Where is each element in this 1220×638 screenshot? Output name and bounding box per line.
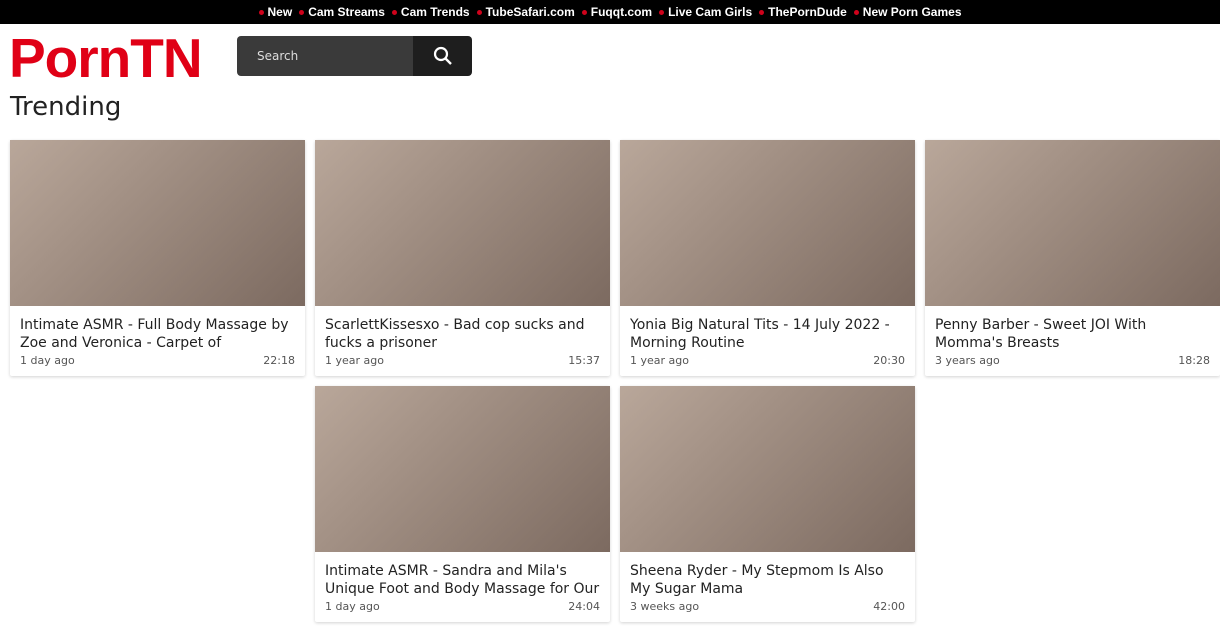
video-title[interactable]: Intimate ASMR - Full Body Massage by Zoe… [10,306,305,352]
top-nav: New Cam Streams Cam Trends TubeSafari.com Fu… [0,0,1220,24]
nav-link[interactable]: Live Cam Girls [659,5,752,19]
video-duration: 42:00 [873,600,905,613]
video-thumbnail[interactable] [315,140,610,306]
video-duration: 24:04 [568,600,600,613]
site-logo[interactable]: PornTN [9,26,203,90]
video-thumbnail[interactable] [620,140,915,306]
video-thumbnail[interactable] [315,386,610,552]
video-duration: 22:18 [263,354,295,367]
search-form [237,36,472,76]
video-title[interactable]: Sheena Ryder - My Stepmom Is Also My Sug… [620,552,915,598]
video-title[interactable]: Penny Barber - Sweet JOI With Momma's Br… [925,306,1220,352]
search-button[interactable] [413,36,472,76]
video-duration: 20:30 [873,354,905,367]
video-title[interactable]: Yonia Big Natural Tits - 14 July 2022 - … [620,306,915,352]
video-title[interactable]: Intimate ASMR - Sandra and Mila's Unique… [315,552,610,598]
bullet-icon [299,9,305,15]
nav-link[interactable]: Cam Trends [391,5,470,19]
nav-link[interactable]: New Porn Games [853,5,962,19]
nav-link[interactable]: New [258,5,292,19]
nav-link[interactable]: ThePornDude [759,5,847,19]
video-card[interactable]: Intimate ASMR - Sandra and Mila's Unique… [315,386,610,622]
nav-link[interactable]: TubeSafari.com [476,5,575,19]
bullet-icon [581,9,587,15]
bullet-icon [759,9,765,15]
video-card[interactable]: Penny Barber - Sweet JOI With Momma's Br… [925,140,1220,376]
video-card[interactable]: ScarlettKissesxo - Bad cop sucks and fuc… [315,140,610,376]
video-age: 1 day ago [20,354,75,367]
video-thumbnail[interactable] [925,140,1220,306]
video-age: 1 year ago [630,354,689,367]
bullet-icon [258,9,264,15]
nav-link[interactable]: Cam Streams [299,5,385,19]
video-duration: 15:37 [568,354,600,367]
page-title: Trending [10,92,122,122]
video-card[interactable]: Yonia Big Natural Tits - 14 July 2022 - … [620,140,915,376]
search-icon [433,46,452,65]
video-age: 1 day ago [325,600,380,613]
nav-link[interactable]: Fuqqt.com [581,5,652,19]
video-thumbnail[interactable] [10,140,305,306]
video-duration: 18:28 [1178,354,1210,367]
video-age: 1 year ago [325,354,384,367]
video-age: 3 years ago [935,354,1000,367]
bullet-icon [391,9,397,15]
bullet-icon [659,9,665,15]
video-thumbnail[interactable] [620,386,915,552]
video-card[interactable]: Intimate ASMR - Full Body Massage by Zoe… [10,140,305,376]
video-card[interactable]: Sheena Ryder - My Stepmom Is Also My Sug… [620,386,915,622]
video-title[interactable]: ScarlettKissesxo - Bad cop sucks and fuc… [315,306,610,352]
video-age: 3 weeks ago [630,600,700,613]
bullet-icon [853,9,859,15]
bullet-icon [476,9,482,15]
search-input[interactable] [237,36,413,76]
